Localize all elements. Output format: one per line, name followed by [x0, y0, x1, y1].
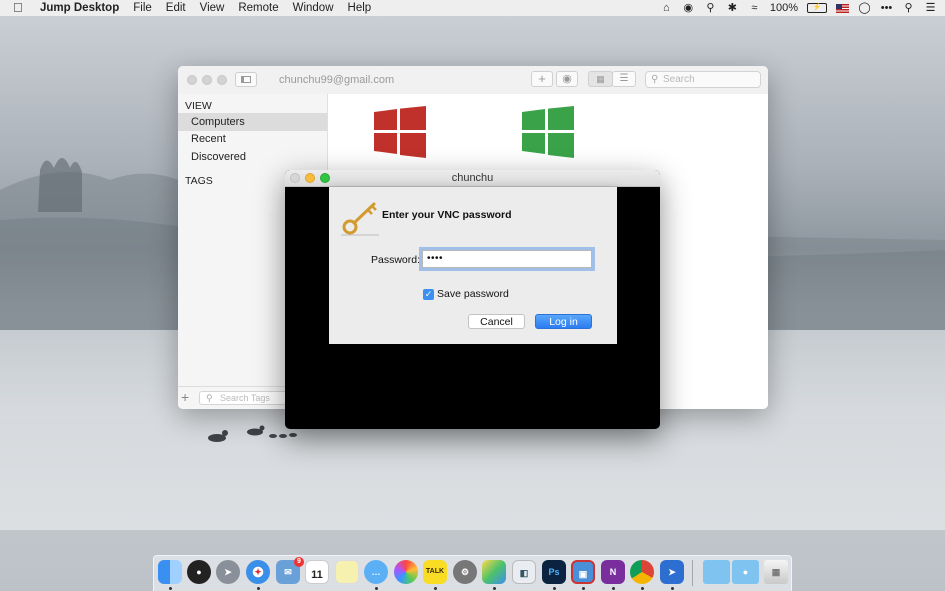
- save-password-checkbox[interactable]: ✓: [423, 289, 434, 300]
- sidebar-toggle-button[interactable]: [235, 72, 257, 87]
- search-placeholder: Search: [663, 74, 695, 85]
- running-indicator: [553, 587, 556, 590]
- onenote-icon[interactable]: N: [601, 560, 625, 584]
- vnc-password-dialog: Enter your VNC password Password: •••• ✓…: [329, 187, 617, 344]
- search-icon[interactable]: ⚲: [902, 2, 915, 14]
- main-titlebar: chunchu99@gmail.com + ◉ ▦ ☰ ⚲ Search: [178, 66, 768, 95]
- running-indicator: [375, 587, 378, 590]
- notification-badge: 9: [294, 557, 304, 567]
- system-preferences-icon[interactable]: ⚙: [453, 560, 477, 584]
- sidebar-view-heading: VIEW: [185, 100, 212, 112]
- running-indicator: [671, 587, 674, 590]
- running-indicator: [582, 587, 585, 590]
- dashboard-icon[interactable]: ●: [187, 560, 211, 584]
- menu-help[interactable]: Help: [348, 2, 372, 14]
- battery-percentage[interactable]: 100%: [770, 2, 798, 14]
- password-label: Password:: [371, 254, 421, 266]
- grid-view-button[interactable]: ▦: [588, 71, 613, 87]
- finder-icon[interactable]: [158, 560, 182, 584]
- vnc-titlebar: chunchu: [285, 170, 660, 187]
- running-indicator: [434, 587, 437, 590]
- search-icon: ⚲: [651, 74, 659, 85]
- sidebar-tags-heading: TAGS: [185, 175, 213, 187]
- safari-icon[interactable]: ✦: [246, 560, 270, 584]
- chrome-icon[interactable]: [630, 560, 654, 584]
- minimize-button[interactable]: [202, 75, 212, 85]
- maps-app-icon[interactable]: [482, 560, 506, 584]
- messages-icon[interactable]: …: [364, 560, 388, 584]
- windows-logo-green-icon[interactable]: [522, 106, 574, 158]
- eye-icon[interactable]: ◉: [556, 71, 578, 87]
- dialog-heading: Enter your VNC password: [382, 209, 512, 221]
- kakaotalk-label: TALK: [425, 568, 445, 575]
- running-indicator: [493, 587, 496, 590]
- key-icon: [341, 202, 379, 236]
- search-icon: ⚲: [206, 393, 213, 403]
- applications-folder-icon[interactable]: [703, 560, 730, 584]
- login-button[interactable]: Log in: [535, 314, 592, 329]
- trash-icon[interactable]: ▦: [764, 560, 788, 584]
- dock: ● ➤ ✦ ✉ 9 11 … TALK ⚙ ◧ Ps ▣ N ➤ ● ▦: [153, 555, 792, 591]
- menu-view[interactable]: View: [200, 2, 225, 14]
- sidebar-item-computers[interactable]: Computers: [178, 113, 327, 131]
- list-view-button[interactable]: ☰: [612, 71, 636, 87]
- photos-icon[interactable]: [394, 560, 418, 584]
- calendar-day: 11: [311, 569, 323, 581]
- launchpad-icon[interactable]: ➤: [216, 560, 240, 584]
- app-menu[interactable]: Jump Desktop: [40, 2, 119, 14]
- menu-remote[interactable]: Remote: [238, 2, 278, 14]
- password-field[interactable]: ••••: [422, 250, 592, 268]
- wifi-icon[interactable]: ≈: [748, 2, 761, 14]
- kakaotalk-icon[interactable]: TALK: [423, 560, 447, 584]
- battery-icon[interactable]: ⚡: [807, 3, 827, 13]
- menu-file[interactable]: File: [133, 2, 152, 14]
- vnc-window-title: chunchu: [451, 172, 494, 184]
- running-indicator: [612, 587, 615, 590]
- add-computer-button[interactable]: +: [531, 71, 553, 87]
- more-icon[interactable]: •••: [880, 2, 893, 14]
- downloads-folder-icon[interactable]: ●: [732, 560, 759, 584]
- account-title: chunchu99@gmail.com: [279, 74, 395, 86]
- add-tag-button[interactable]: +: [181, 389, 189, 405]
- running-indicator: [641, 587, 644, 590]
- zoom-button[interactable]: [217, 75, 227, 85]
- location-icon[interactable]: ⚲: [704, 2, 717, 14]
- onenote-label: N: [609, 567, 617, 577]
- sidebar-item-recent[interactable]: Recent: [178, 130, 327, 148]
- mail-app-icon[interactable]: ✉ 9: [276, 557, 304, 584]
- image-capture-icon[interactable]: ◧: [512, 560, 536, 584]
- close-button[interactable]: [187, 75, 197, 85]
- menu-window[interactable]: Window: [293, 2, 334, 14]
- photoshop-icon[interactable]: Ps: [542, 560, 566, 584]
- menu-bar:  Jump Desktop File Edit View Remote Win…: [0, 0, 945, 16]
- dock-separator: [692, 560, 693, 586]
- status-area: ⌂ ◉ ⚲ ✱ ≈ 100% ⚡ ◯ ••• ⚲ ☰: [660, 0, 937, 16]
- running-indicator: [169, 587, 172, 590]
- chat-icon[interactable]: ◉: [682, 2, 695, 14]
- user-icon[interactable]: ◯: [858, 2, 871, 14]
- save-password-label[interactable]: Save password: [437, 288, 509, 300]
- photoshop-label: Ps: [548, 567, 560, 577]
- jump-desktop-icon[interactable]: ⌂: [660, 2, 673, 14]
- calendar-icon[interactable]: 11: [305, 560, 329, 584]
- vnc-window: chunchu Enter your VNC password Password…: [285, 170, 660, 429]
- us-flag-icon[interactable]: [836, 3, 849, 13]
- tag-search-placeholder: Search Tags: [220, 393, 270, 403]
- running-indicator: [257, 587, 260, 590]
- airmail-icon[interactable]: ➤: [660, 560, 684, 584]
- windows-logo-red-icon[interactable]: [374, 106, 426, 158]
- bluetooth-icon[interactable]: ✱: [726, 2, 739, 14]
- jump-desktop-app-icon[interactable]: ▣: [571, 560, 595, 584]
- cancel-button[interactable]: Cancel: [468, 314, 525, 329]
- search-input[interactable]: ⚲ Search: [645, 71, 761, 88]
- list-icon[interactable]: ☰: [924, 2, 937, 14]
- menu-edit[interactable]: Edit: [166, 2, 186, 14]
- notes-icon[interactable]: [335, 560, 359, 584]
- apple-menu-icon[interactable]: : [13, 0, 27, 16]
- sidebar-item-discovered[interactable]: Discovered: [178, 148, 327, 166]
